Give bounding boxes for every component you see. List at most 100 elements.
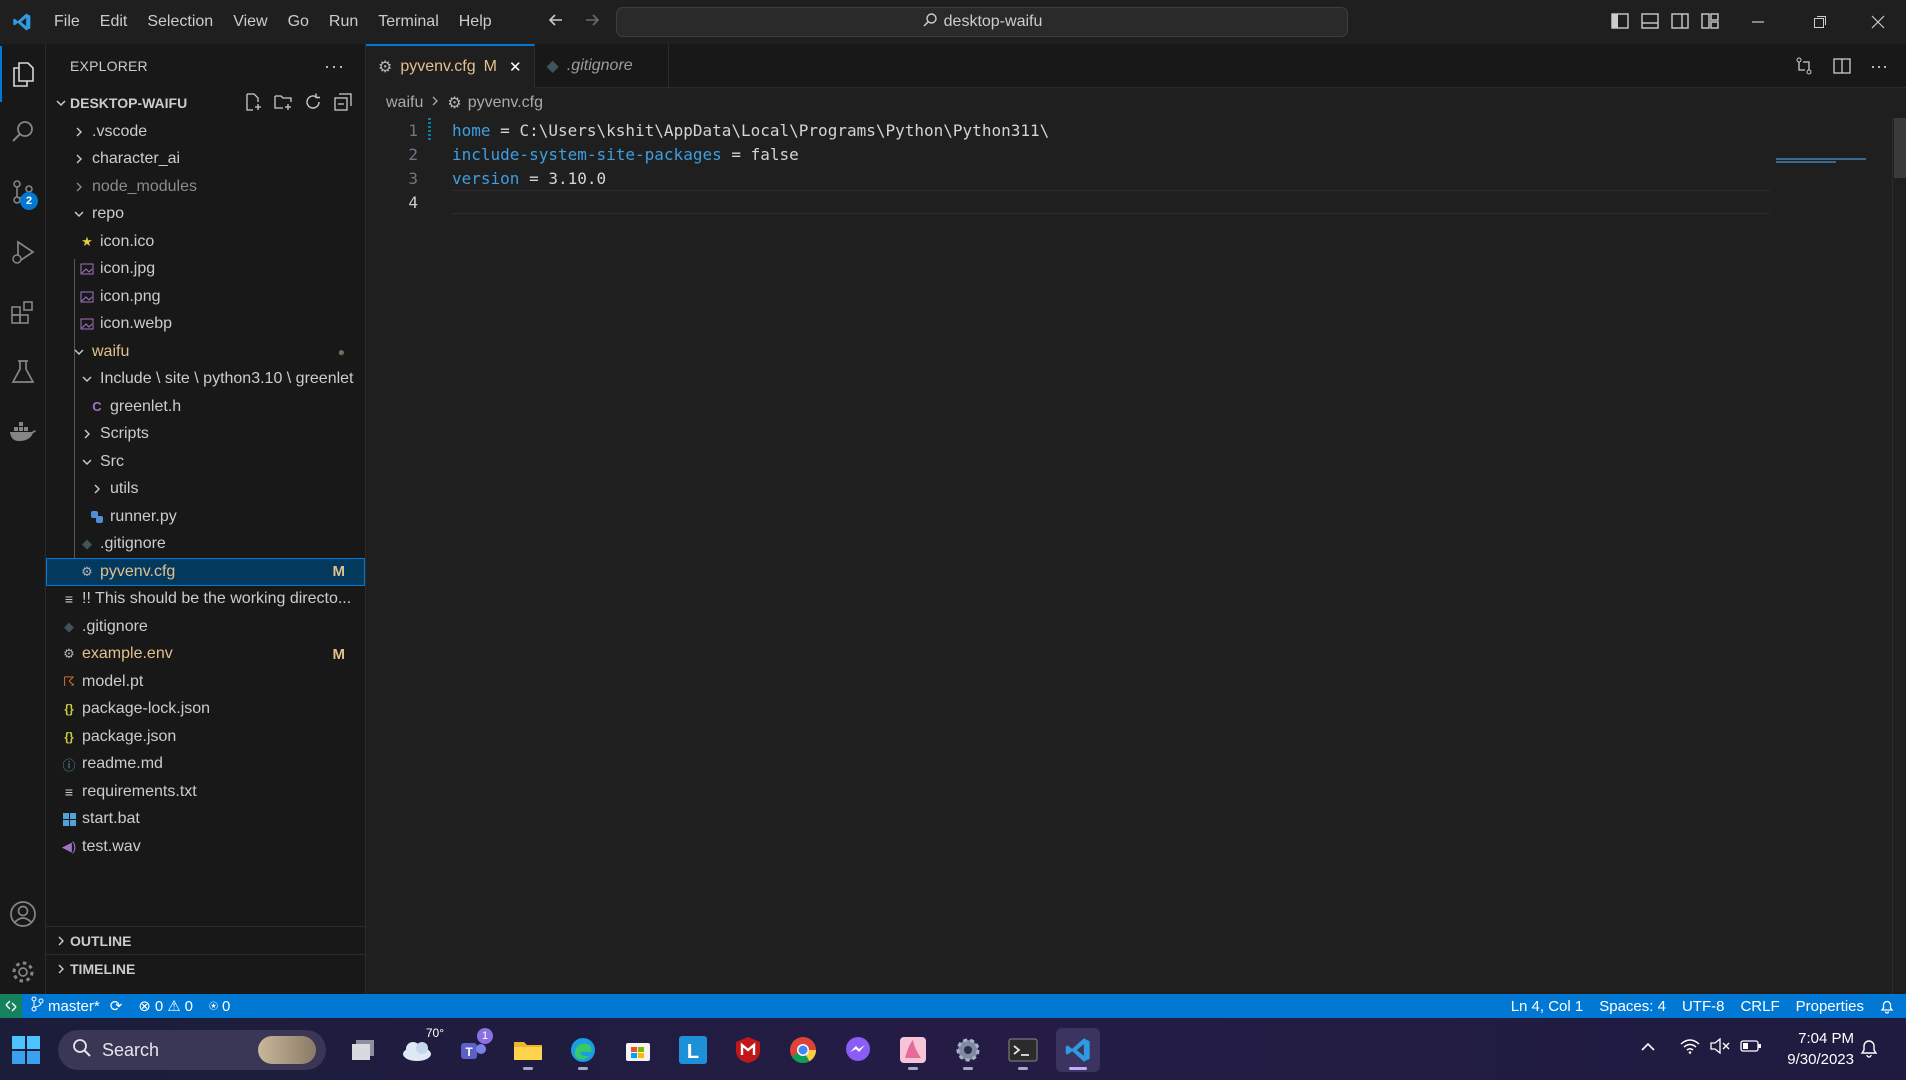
wifi-icon[interactable]	[1680, 1038, 1700, 1059]
minimize-button[interactable]	[1730, 0, 1786, 44]
vertical-scrollbar[interactable]	[1892, 118, 1906, 994]
breadcrumb-folder[interactable]: waifu	[386, 94, 423, 112]
restore-button[interactable]	[1792, 0, 1848, 44]
collapse-all-icon[interactable]	[333, 92, 353, 115]
tree-file-pyvenv-cfg[interactable]: ⚙ pyvenv.cfg M	[46, 558, 365, 586]
tree-folder-waifu[interactable]: waifu ●	[46, 338, 365, 366]
tree-folder-node-modules[interactable]: node_modules	[46, 173, 365, 201]
forward-arrow-icon[interactable]	[582, 10, 602, 35]
notifications-bell-icon[interactable]	[1872, 999, 1906, 1014]
tree-file-icon-jpg[interactable]: icon.jpg	[46, 256, 365, 284]
tree-file-gitignore[interactable]: ◆ .gitignore	[46, 613, 365, 641]
notification-bell-icon[interactable]	[1860, 1038, 1878, 1063]
microsoft-store-icon[interactable]	[616, 1028, 660, 1072]
scrollbar-thumb[interactable]	[1894, 118, 1906, 178]
tree-file-package-json[interactable]: {} package.json	[46, 723, 365, 751]
manage-gear-icon[interactable]	[0, 944, 46, 1000]
weather-widget[interactable]: 70°	[396, 1026, 444, 1072]
split-editor-icon[interactable]	[1832, 56, 1852, 81]
tree-file-test-wav[interactable]: ◀) test.wav	[46, 833, 365, 861]
mcafee-icon[interactable]	[726, 1028, 770, 1072]
tree-file-greenlet-h[interactable]: C greenlet.h	[46, 393, 365, 421]
source-control-activity-icon[interactable]: 2	[0, 164, 46, 220]
branch-status[interactable]: master* ⟳	[22, 996, 130, 1016]
volume-muted-icon[interactable]	[1710, 1037, 1730, 1059]
open-changes-icon[interactable]	[1794, 56, 1814, 81]
close-tab-icon[interactable]: ✕	[509, 58, 522, 76]
more-actions-icon[interactable]: ···	[1870, 56, 1888, 81]
edge-browser-icon[interactable]	[561, 1028, 605, 1072]
tree-file-requirements-txt[interactable]: ≡ requirements.txt	[46, 778, 365, 806]
menu-go[interactable]: Go	[278, 0, 319, 44]
tree-file-model-pt[interactable]: ☈ model.pt	[46, 668, 365, 696]
tree-file-package-lock-json[interactable]: {} package-lock.json	[46, 696, 365, 724]
run-debug-activity-icon[interactable]	[0, 224, 46, 280]
problems-status[interactable]: ⊗ 0 ⚠ 0	[130, 997, 201, 1016]
close-window-button[interactable]	[1850, 0, 1906, 44]
task-view-icon[interactable]	[341, 1028, 385, 1072]
settings-gear-icon[interactable]	[946, 1028, 990, 1072]
language-mode[interactable]: Properties	[1788, 998, 1872, 1015]
show-hidden-icons-chevron-icon[interactable]	[1640, 1040, 1656, 1058]
photos-icon[interactable]	[891, 1028, 935, 1072]
tree-file-waifu-gitignore[interactable]: ◆ .gitignore	[46, 531, 365, 559]
end-of-line[interactable]: CRLF	[1732, 998, 1787, 1015]
more-actions-icon[interactable]: ···	[324, 56, 345, 77]
command-center-search[interactable]: desktop-waifu	[616, 7, 1348, 37]
tree-file-readme-md[interactable]: ⓘ readme.md	[46, 751, 365, 779]
chrome-icon[interactable]	[781, 1028, 825, 1072]
new-file-icon[interactable]	[243, 92, 263, 115]
docker-activity-icon[interactable]	[0, 404, 46, 460]
testing-activity-icon[interactable]	[0, 344, 46, 400]
battery-icon[interactable]	[1740, 1039, 1762, 1058]
search-activity-icon[interactable]	[0, 104, 46, 160]
menu-selection[interactable]: Selection	[137, 0, 223, 44]
encoding[interactable]: UTF-8	[1674, 998, 1733, 1015]
menu-view[interactable]: View	[223, 0, 277, 44]
menu-edit[interactable]: Edit	[90, 0, 138, 44]
tree-folder-repo[interactable]: repo	[46, 201, 365, 229]
workspace-root[interactable]: DESKTOP-WAIFU	[46, 88, 365, 118]
explorer-activity-icon[interactable]	[0, 46, 46, 102]
customize-layout-icon[interactable]	[1700, 11, 1720, 36]
tree-file-runner-py[interactable]: runner.py	[46, 503, 365, 531]
timeline-section[interactable]: TIMELINE	[46, 954, 366, 983]
cursor-position[interactable]: Ln 4, Col 1	[1503, 998, 1592, 1015]
outline-section[interactable]: OUTLINE	[46, 926, 366, 955]
tree-file-working-directory-note[interactable]: ≡ !! This should be the working directo.…	[46, 586, 365, 614]
tab-pyvenv-cfg[interactable]: ⚙ pyvenv.cfg M ✕	[366, 44, 535, 88]
breadcrumb-file[interactable]: pyvenv.cfg	[468, 94, 543, 112]
system-clock[interactable]: 7:04 PM 9/30/2023	[1787, 1028, 1854, 1070]
new-folder-icon[interactable]	[273, 92, 293, 115]
menu-help[interactable]: Help	[449, 0, 502, 44]
messenger-icon[interactable]	[836, 1028, 880, 1072]
tree-folder-scripts[interactable]: Scripts	[46, 421, 365, 449]
toggle-primary-sidebar-icon[interactable]	[1610, 11, 1630, 36]
menu-terminal[interactable]: Terminal	[368, 0, 448, 44]
tree-folder-src[interactable]: Src	[46, 448, 365, 476]
file-explorer-icon[interactable]	[506, 1028, 550, 1072]
teams-icon[interactable]: T 1	[451, 1028, 495, 1072]
menu-run[interactable]: Run	[319, 0, 368, 44]
extensions-activity-icon[interactable]	[0, 284, 46, 340]
tree-file-icon-webp[interactable]: icon.webp	[46, 311, 365, 339]
toggle-secondary-sidebar-icon[interactable]	[1670, 11, 1690, 36]
back-arrow-icon[interactable]	[546, 10, 566, 35]
indentation[interactable]: Spaces: 4	[1591, 998, 1674, 1015]
tree-folder-utils[interactable]: utils	[46, 476, 365, 504]
toggle-panel-icon[interactable]	[1640, 11, 1660, 36]
tree-folder-vscode[interactable]: .vscode	[46, 118, 365, 146]
tree-folder-include-greenlet[interactable]: Include \ site \ python3.10 \ greenlet	[46, 366, 365, 394]
l-app-icon[interactable]: L	[671, 1028, 715, 1072]
taskbar-search[interactable]: Search	[58, 1030, 326, 1070]
accounts-activity-icon[interactable]	[0, 886, 46, 942]
tree-file-start-bat[interactable]: start.bat	[46, 806, 365, 834]
tree-file-icon-png[interactable]: icon.png	[46, 283, 365, 311]
refresh-icon[interactable]	[303, 92, 323, 115]
tree-folder-character-ai[interactable]: character_ai	[46, 146, 365, 174]
tree-file-icon-ico[interactable]: ★ icon.ico	[46, 228, 365, 256]
code-editor[interactable]: 1 home = C:\Users\kshit\AppData\Local\Pr…	[366, 118, 1770, 214]
menu-file[interactable]: File	[44, 0, 90, 44]
remote-indicator-icon[interactable]	[0, 994, 22, 1018]
ports-status[interactable]: ⍟ 0	[201, 998, 238, 1015]
